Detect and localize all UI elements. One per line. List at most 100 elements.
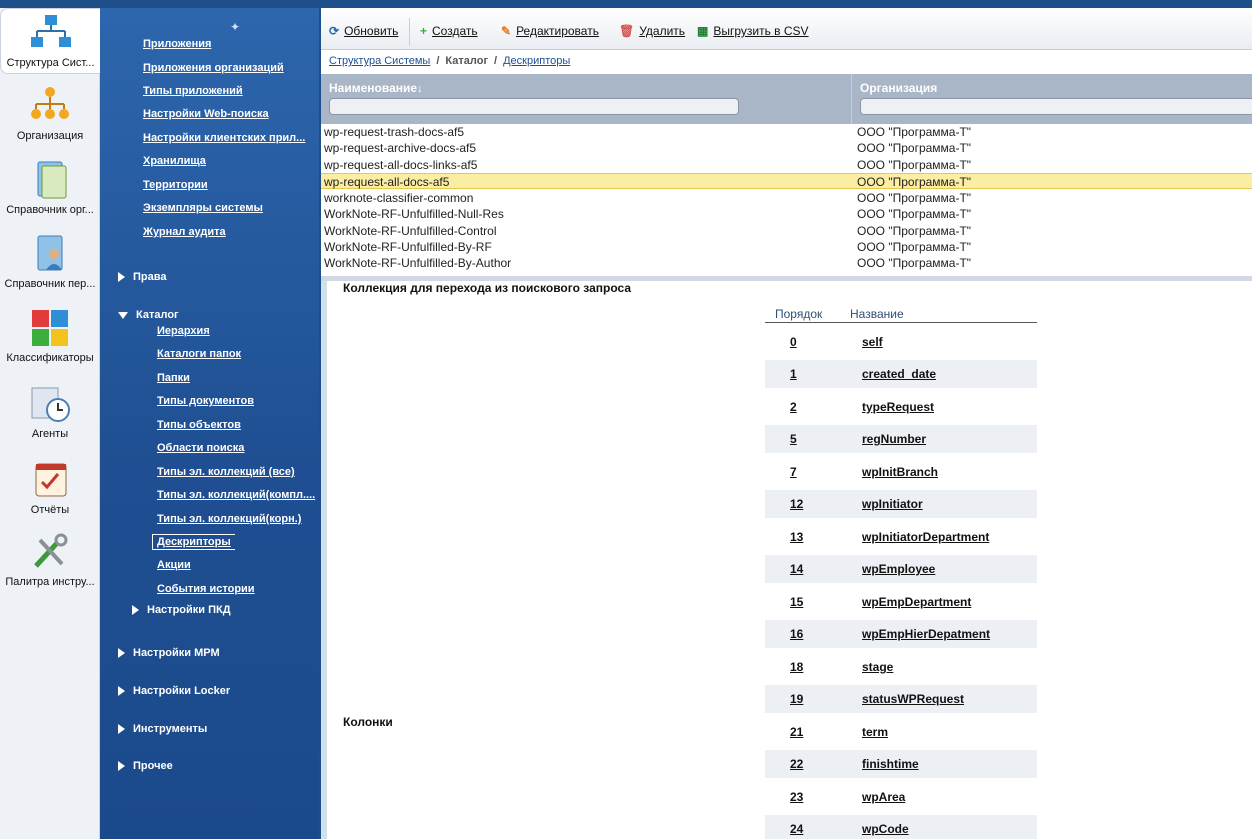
column-order[interactable]: 5	[790, 432, 797, 446]
create-button[interactable]: + Создать	[420, 24, 478, 38]
rail-item-reports[interactable]: Отчёты	[0, 460, 100, 516]
column-order[interactable]: 0	[790, 335, 797, 349]
column-row[interactable]: 0 self	[765, 328, 1037, 356]
nav-link-descriptors[interactable]: Дескрипторы	[152, 534, 235, 550]
table-row[interactable]: WorkNote-RF-Unfulfilled-By-Author ООО "Пр…	[321, 255, 1252, 271]
column-order[interactable]: 13	[790, 530, 803, 544]
nav-link-object-types[interactable]: Типы объектов	[157, 419, 241, 431]
table-row[interactable]: WorkNote-RF-Unfulfilled-Null-Res ООО "Про…	[321, 206, 1252, 222]
nav-link-folder-catalogs[interactable]: Каталоги папок	[157, 348, 241, 360]
nav-group-catalog[interactable]: Каталог	[118, 309, 179, 321]
column-name[interactable]: typeRequest	[862, 400, 934, 414]
column-row[interactable]: 2 typeRequest	[765, 393, 1037, 421]
table-row[interactable]: wp-request-all-docs-links-af5 ООО "Програ…	[321, 157, 1252, 173]
column-name[interactable]: self	[862, 335, 883, 349]
rail-item-personnel-directory[interactable]: Справочник пер...	[0, 234, 100, 290]
nav-group-pkd[interactable]: Настройки ПКД	[132, 604, 231, 616]
nav-group-rights[interactable]: Права	[118, 271, 166, 283]
column-row[interactable]: 15 wpEmpDepartment	[765, 588, 1037, 616]
column-name[interactable]: created_date	[862, 367, 936, 381]
column-name[interactable]: wpEmpHierDepatment	[862, 627, 990, 641]
column-name[interactable]: finishtime	[862, 757, 919, 771]
table-row[interactable]: WorkNote-RF-Unfulfilled-Control ООО "Прог…	[321, 223, 1252, 239]
nav-link-org-applications[interactable]: Приложения организаций	[143, 62, 284, 74]
column-row[interactable]: 18 stage	[765, 653, 1037, 681]
nav-link-hierarchy[interactable]: Иерархия	[157, 325, 210, 337]
breadcrumb-root[interactable]: Структура Системы	[329, 55, 430, 67]
column-order[interactable]: 23	[790, 790, 803, 804]
column-order[interactable]: 12	[790, 497, 803, 511]
nav-group-locker[interactable]: Настройки Locker	[118, 685, 230, 697]
nav-link-collection-types-compl[interactable]: Типы эл. коллекций(компл....	[157, 489, 315, 501]
column-order[interactable]: 22	[790, 757, 803, 771]
export-csv-button[interactable]: ▦ Выгрузить в CSV	[697, 24, 809, 38]
column-name[interactable]: wpEmployee	[862, 562, 935, 576]
column-row[interactable]: 22 finishtime	[765, 750, 1037, 778]
column-order[interactable]: 15	[790, 595, 803, 609]
nav-link-search-areas[interactable]: Области поиска	[157, 442, 244, 454]
nav-link-folders[interactable]: Папки	[157, 372, 190, 384]
rail-item-org-directory[interactable]: Справочник орг...	[0, 160, 100, 216]
nav-link-collection-types-all[interactable]: Типы эл. коллекций (все)	[157, 466, 295, 478]
grid-column-name[interactable]: Наименование↓	[321, 74, 851, 124]
name-filter-input[interactable]	[329, 98, 739, 115]
nav-link-storages[interactable]: Хранилища	[143, 155, 206, 167]
refresh-button[interactable]: ⟳ Обновить	[329, 24, 398, 38]
rail-item-organization[interactable]: Организация	[0, 86, 100, 142]
nav-link-applications[interactable]: Приложения	[143, 38, 211, 50]
column-row[interactable]: 7 wpInitBranch	[765, 458, 1037, 486]
nav-link-system-instances[interactable]: Экземпляры системы	[143, 202, 263, 214]
column-order[interactable]: 21	[790, 725, 803, 739]
nav-link-document-types[interactable]: Типы документов	[157, 395, 254, 407]
table-row[interactable]: wp-request-archive-docs-af5 ООО "Программ…	[321, 140, 1252, 156]
column-order[interactable]: 1	[790, 367, 797, 381]
column-name[interactable]: term	[862, 725, 888, 739]
table-row[interactable]: WorkNote-RF-Unfulfilled-By-RF ООО "Програ…	[321, 239, 1252, 255]
column-name[interactable]: wpInitiator	[862, 497, 923, 511]
column-name[interactable]: wpArea	[862, 790, 905, 804]
table-row[interactable]: worknote-classifier-common ООО "Программа…	[321, 190, 1252, 206]
breadcrumb-current[interactable]: Дескрипторы	[503, 55, 570, 67]
column-name[interactable]: wpInitBranch	[862, 465, 938, 479]
organization-filter-input[interactable]	[860, 98, 1252, 115]
rail-item-system-structure[interactable]: Структура Сист...	[0, 8, 100, 74]
column-name[interactable]: wpInitiatorDepartment	[862, 530, 989, 544]
table-row[interactable]: wp-request-trash-docs-af5 ООО "Программа-…	[321, 124, 1252, 140]
column-order[interactable]: 14	[790, 562, 803, 576]
column-row[interactable]: 13 wpInitiatorDepartment	[765, 523, 1037, 551]
column-name[interactable]: wpCode	[862, 822, 909, 836]
column-row[interactable]: 12 wpInitiator	[765, 490, 1037, 518]
nav-group-other[interactable]: Прочее	[118, 760, 173, 772]
grid-column-organization[interactable]: Организация	[851, 74, 1252, 124]
column-name[interactable]: regNumber	[862, 432, 926, 446]
rail-item-classifiers[interactable]: Классификаторы	[0, 308, 100, 364]
column-row[interactable]: 23 wpArea	[765, 783, 1037, 811]
table-row-selected[interactable]: wp-request-all-docs-af5 ООО "Программа-Т"	[321, 173, 1252, 189]
column-order[interactable]: 16	[790, 627, 803, 641]
nav-link-client-app-settings[interactable]: Настройки клиентских прил...	[143, 132, 305, 144]
edit-button[interactable]: ✎ Редактировать	[501, 24, 599, 38]
column-order[interactable]: 24	[790, 822, 803, 836]
nav-link-app-types[interactable]: Типы приложений	[143, 85, 243, 97]
delete-button[interactable]: 🗑 Удалить	[619, 24, 685, 38]
column-row[interactable]: 24 wpCode	[765, 815, 1037, 839]
column-name[interactable]: statusWPRequest	[862, 692, 964, 706]
column-row[interactable]: 14 wpEmployee	[765, 555, 1037, 583]
column-order[interactable]: 18	[790, 660, 803, 674]
column-row[interactable]: 16 wpEmpHierDepatment	[765, 620, 1037, 648]
column-order[interactable]: 2	[790, 400, 797, 414]
rail-item-agents[interactable]: Агенты	[0, 384, 100, 440]
rail-item-tools[interactable]: Палитра инстру...	[0, 532, 100, 588]
nav-link-history-events[interactable]: События истории	[157, 583, 255, 595]
column-name[interactable]: stage	[862, 660, 893, 674]
column-row[interactable]: 19 statusWPRequest	[765, 685, 1037, 713]
nav-link-actions[interactable]: Акции	[157, 559, 191, 571]
column-name[interactable]: wpEmpDepartment	[862, 595, 971, 609]
column-row[interactable]: 5 regNumber	[765, 425, 1037, 453]
nav-link-audit-log[interactable]: Журнал аудита	[143, 226, 226, 238]
nav-link-collection-types-root[interactable]: Типы эл. коллекций(корн.)	[157, 513, 301, 525]
column-order[interactable]: 7	[790, 465, 797, 479]
column-row[interactable]: 1 created_date	[765, 360, 1037, 388]
column-order[interactable]: 19	[790, 692, 803, 706]
nav-link-web-search-settings[interactable]: Настройки Web-поиска	[143, 108, 269, 120]
